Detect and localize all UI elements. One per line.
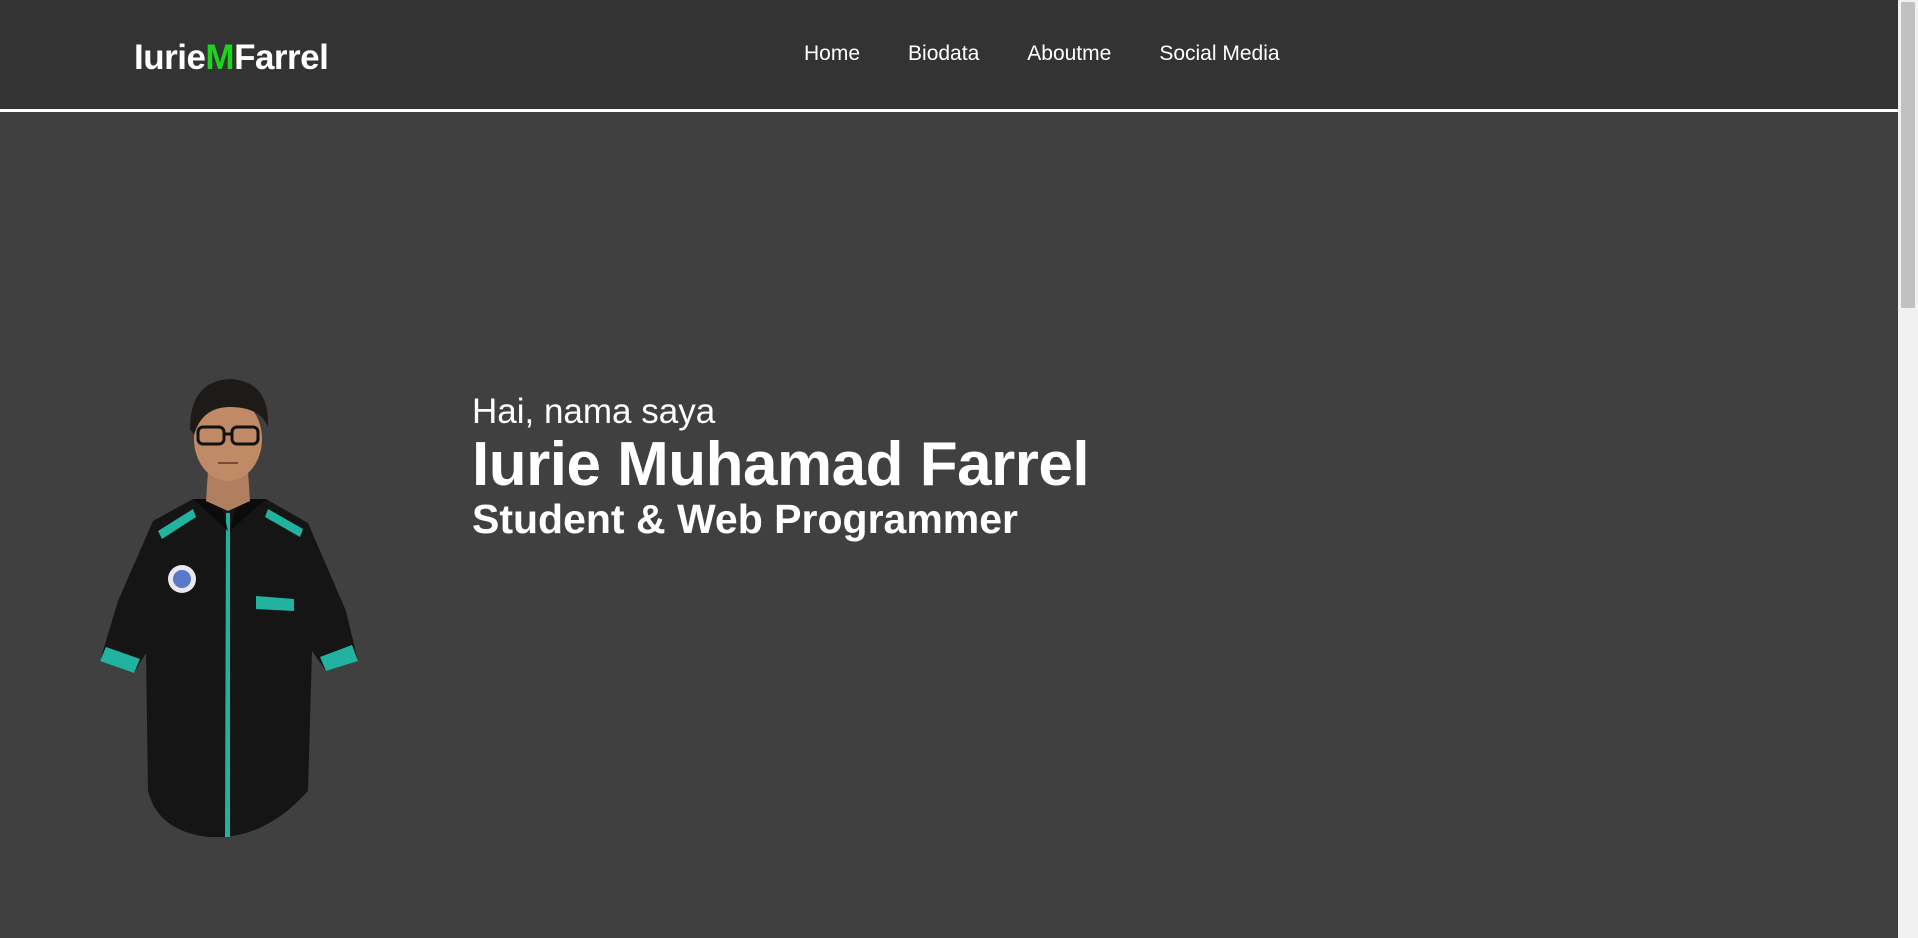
nav-link-home[interactable]: Home — [804, 42, 860, 66]
hero-greeting: Hai, nama saya — [472, 392, 716, 431]
logo-part-first: Iurie — [134, 38, 206, 77]
hero-role: Student & Web Programmer — [472, 496, 1018, 543]
navbar: IurieMFarrel Home Biodata Aboutme Social… — [0, 0, 1898, 112]
logo[interactable]: IurieMFarrel — [134, 38, 329, 78]
page: IurieMFarrel Home Biodata Aboutme Social… — [0, 0, 1918, 938]
main-nav: Home Biodata Aboutme Social Media — [804, 42, 1280, 66]
logo-part-last: Farrel — [234, 38, 329, 77]
vertical-scrollbar[interactable] — [1898, 0, 1918, 938]
scrollbar-thumb[interactable] — [1901, 2, 1915, 308]
nav-link-social-media[interactable]: Social Media — [1159, 42, 1279, 66]
hero-text: Hai, nama saya Iurie Muhamad Farrel Stud… — [472, 392, 1090, 543]
logo-part-accent: M — [205, 38, 235, 77]
profile-photo — [100, 379, 358, 837]
nav-link-aboutme[interactable]: Aboutme — [1027, 42, 1111, 66]
hero-section: Hai, nama saya Iurie Muhamad Farrel Stud… — [0, 112, 1898, 938]
nav-link-biodata[interactable]: Biodata — [908, 42, 979, 66]
hero-name: Iurie Muhamad Farrel — [472, 430, 1090, 500]
